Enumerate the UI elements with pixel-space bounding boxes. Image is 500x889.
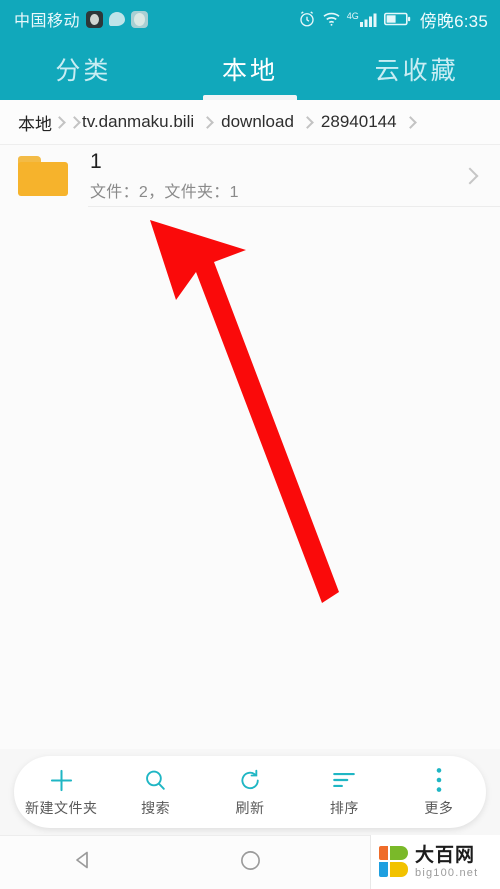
new-folder-label: 新建文件夹 bbox=[24, 799, 98, 816]
network-type-label: 4G bbox=[346, 10, 359, 21]
carrier-label: 中国移动 bbox=[14, 13, 81, 30]
watermark-text: 大百网 big100.net bbox=[415, 846, 478, 879]
watermark: 大百网 big100.net bbox=[370, 835, 500, 889]
search-button[interactable]: 搜索 bbox=[108, 767, 202, 818]
tab-bar: 分类 本地 云收藏 bbox=[0, 38, 500, 100]
list-item-text: 1 文件：2，文件夹：1 bbox=[90, 150, 464, 202]
status-bar-left: 中国移动 bbox=[14, 7, 149, 31]
nav-back-button[interactable] bbox=[0, 849, 167, 876]
tab-cloud-favorites[interactable]: 云收藏 bbox=[333, 38, 500, 100]
tab-cloud-favorites-label: 云收藏 bbox=[374, 57, 459, 85]
sort-icon bbox=[331, 767, 357, 794]
list-item-detail: 文件：2，文件夹：1 bbox=[90, 184, 239, 202]
tab-local-label: 本地 bbox=[222, 57, 279, 85]
breadcrumb-item-root[interactable]: 本地 bbox=[18, 110, 52, 135]
chevron-right-icon bbox=[53, 115, 66, 129]
status-bar: 中国移动 4G 傍晚6:35 bbox=[0, 0, 500, 38]
refresh-button[interactable]: 刷新 bbox=[203, 767, 297, 818]
wifi-icon bbox=[322, 11, 341, 27]
status-bar-right: 4G 傍晚6:35 bbox=[298, 7, 488, 32]
tab-categories[interactable]: 分类 bbox=[0, 38, 167, 100]
nav-home-button[interactable] bbox=[167, 849, 334, 877]
chevron-right-icon bbox=[301, 115, 314, 129]
bottom-toolbar: 新建文件夹 搜索 刷新 排序 更多 bbox=[14, 756, 486, 828]
list-item-name: 1 bbox=[90, 149, 102, 173]
breadcrumb-item-package[interactable]: tv.danmaku.bili bbox=[82, 112, 194, 132]
plus-icon bbox=[48, 767, 75, 794]
message-bubble-icon bbox=[109, 12, 126, 26]
alarm-icon bbox=[298, 10, 316, 28]
watermark-cn-label: 大百网 bbox=[415, 844, 476, 866]
chevron-right-icon bbox=[201, 115, 215, 129]
folder-icon bbox=[18, 156, 68, 196]
nav-back-icon bbox=[71, 849, 95, 876]
file-list: 1 文件：2，文件夹：1 bbox=[0, 145, 500, 207]
list-item[interactable]: 1 文件：2，文件夹：1 bbox=[0, 145, 500, 207]
refresh-label: 刷新 bbox=[235, 799, 265, 816]
chevron-right-icon bbox=[68, 115, 81, 129]
chevron-right-icon bbox=[461, 167, 479, 185]
battery-icon bbox=[383, 12, 411, 26]
bottom-toolbar-area: 新建文件夹 搜索 刷新 排序 更多 bbox=[0, 749, 500, 835]
sort-label: 排序 bbox=[329, 799, 359, 816]
more-label: 更多 bbox=[424, 799, 454, 816]
tab-categories-label: 分类 bbox=[55, 57, 112, 85]
clock-label: 傍晚6:35 bbox=[419, 11, 488, 31]
breadcrumb: 本地 tv.danmaku.bili download 28940144 bbox=[0, 100, 500, 145]
search-icon bbox=[143, 767, 168, 794]
refresh-icon bbox=[238, 767, 263, 794]
watermark-en-label: big100.net bbox=[415, 866, 479, 879]
more-vertical-icon bbox=[435, 767, 443, 794]
sort-button[interactable]: 排序 bbox=[297, 767, 391, 818]
new-folder-button[interactable]: 新建文件夹 bbox=[14, 767, 108, 818]
tab-local[interactable]: 本地 bbox=[167, 38, 334, 100]
breadcrumb-item-download[interactable]: download bbox=[221, 112, 294, 132]
search-label: 搜索 bbox=[141, 799, 171, 816]
breadcrumb-item-current[interactable]: 28940144 bbox=[321, 112, 397, 132]
qq-icon bbox=[86, 10, 104, 28]
nav-home-icon bbox=[239, 849, 262, 877]
more-button[interactable]: 更多 bbox=[392, 767, 486, 818]
chevron-right-icon bbox=[403, 115, 417, 129]
watermark-logo-icon bbox=[379, 846, 409, 878]
pale-app-icon bbox=[131, 10, 149, 28]
signal-4g-icon: 4G bbox=[346, 10, 378, 27]
